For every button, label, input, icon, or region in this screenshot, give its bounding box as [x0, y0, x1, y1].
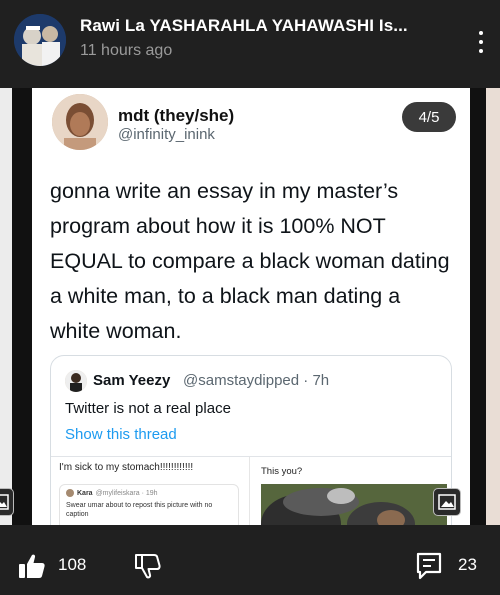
tweet-author-name: mdt (they/she): [118, 106, 235, 125]
dislike-button[interactable]: [134, 553, 162, 584]
post-title[interactable]: Rawi La YASHARAHLA YAHAWASHI Is...: [80, 16, 408, 36]
comment-count: 23: [458, 555, 477, 574]
comments-button[interactable]: [416, 552, 442, 585]
quote-column-divider: [249, 457, 250, 525]
quote-text: Twitter is not a real place: [65, 400, 231, 417]
thumbs-up-icon: [19, 554, 45, 578]
gallery-icon-left[interactable]: [0, 488, 14, 516]
post-timestamp: 11 hours ago: [80, 42, 173, 59]
quote-divider: [51, 456, 451, 457]
quote-author-name: Sam Yeezy: [93, 372, 171, 389]
show-thread-link: Show this thread: [65, 426, 177, 443]
image-carousel[interactable]: mdt (they/she) @infinity_inink 4/5 gonna…: [0, 88, 500, 525]
nested-tweet-handle: @mylifeiskara · 19h: [95, 489, 158, 497]
previous-image-peek[interactable]: [0, 88, 12, 525]
like-button[interactable]: [18, 553, 46, 584]
like-count: 108: [58, 555, 87, 574]
more-options-button[interactable]: [466, 22, 496, 62]
tweet-screenshot: mdt (they/she) @infinity_inink 4/5 gonna…: [32, 88, 470, 525]
nested-tweet-name: Kara: [77, 489, 93, 497]
quote-author-handle: @samstaydipped · 7h: [183, 372, 330, 389]
quote-left-caption: I'm sick to my stomach!!!!!!!!!!!!: [59, 462, 194, 473]
tweet-text: gonna write an essay in my master’s prog…: [50, 179, 450, 343]
post-header: Rawi La YASHARAHLA YAHAWASHI Is... 11 ho…: [0, 0, 500, 88]
more-vertical-icon: [479, 31, 483, 35]
tweet-author-handle: @infinity_inink: [118, 126, 215, 143]
author-avatar[interactable]: [14, 14, 66, 66]
quote-photo: [261, 484, 447, 525]
nested-tweet-avatar: [66, 489, 74, 497]
quoted-tweet: Sam Yeezy @samstaydipped · 7h Twitter is…: [50, 355, 452, 525]
quote-right-caption: This you?: [261, 466, 303, 477]
tweet-author-avatar: [52, 94, 108, 150]
quote-author-avatar: [65, 370, 87, 392]
nested-tweet: Kara @mylifeiskara · 19h Swear umar abou…: [59, 484, 239, 525]
next-image-peek[interactable]: [486, 88, 500, 525]
image-counter-badge: 4/5: [402, 102, 456, 132]
comment-icon: [416, 552, 442, 580]
post-actions-bar: 108 23: [0, 525, 500, 595]
nested-tweet-text: Swear umar about to repost this picture …: [66, 502, 213, 518]
gallery-icon[interactable]: [433, 488, 461, 516]
thumbs-down-icon: [135, 554, 161, 579]
